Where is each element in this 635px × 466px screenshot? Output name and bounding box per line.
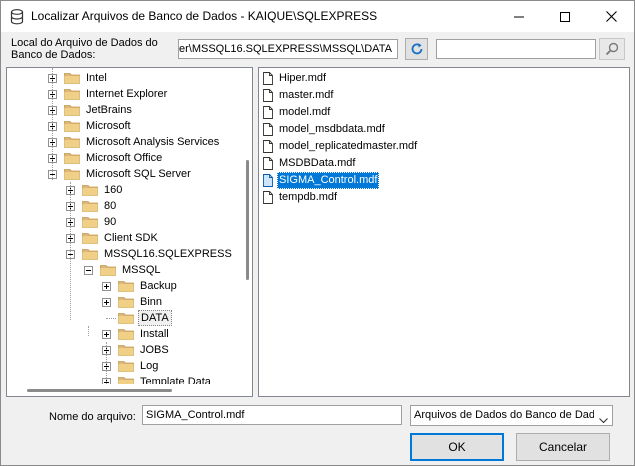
- tree-connector: [88, 326, 89, 336]
- path-label: Local do Arquivo de Dados do Banco de Da…: [11, 37, 158, 61]
- tree-item-label: Log: [140, 360, 159, 372]
- file-item-label: model.mdf: [279, 106, 331, 118]
- close-icon: [605, 11, 617, 22]
- tree-item-label: Intel: [86, 72, 107, 84]
- tree-vertical-scrollbar[interactable]: [242, 68, 252, 384]
- folder-icon: [64, 152, 80, 169]
- maximize-icon: [560, 11, 570, 22]
- folder-icon: [64, 104, 80, 121]
- window-title: Localizar Arquivos de Banco de Dados - K…: [31, 9, 378, 23]
- folder-icon: [118, 344, 134, 361]
- folder-icon: [64, 168, 80, 185]
- cancel-button[interactable]: Cancelar: [516, 433, 610, 461]
- tree-item-label: Microsoft Office: [86, 152, 163, 164]
- tree-item-label: Microsoft Analysis Services: [86, 136, 220, 148]
- path-input[interactable]: er\MSSQL16.SQLEXPRESS\MSSQL\DATA: [178, 39, 398, 59]
- chevron-down-icon: [599, 412, 608, 425]
- title-bar[interactable]: Localizar Arquivos de Banco de Dados - K…: [1, 1, 634, 32]
- tree-vertical-scroll-thumb[interactable]: [246, 160, 249, 280]
- tree-item-label: MSSQL: [122, 264, 161, 276]
- tree-item-label: Internet Explorer: [86, 88, 168, 100]
- tree-connector: [52, 68, 53, 180]
- folder-icon: [64, 72, 80, 89]
- tree-horizontal-scrollbar[interactable]: [7, 384, 242, 396]
- file-type-value: Arquivos de Dados do Banco de Dados(*.md…: [414, 409, 594, 421]
- search-icon: [605, 42, 619, 56]
- folder-icon: [118, 296, 134, 313]
- filename-label: Nome do arquivo:: [49, 411, 136, 423]
- tree-item-label: Binn: [140, 296, 163, 308]
- file-icon: [263, 191, 273, 210]
- maximize-button[interactable]: [542, 1, 588, 32]
- minimize-button[interactable]: [496, 1, 542, 32]
- folder-icon: [82, 184, 98, 201]
- tree-item-label: JOBS: [140, 344, 169, 356]
- tree-item-label: JetBrains: [86, 104, 132, 116]
- search-input[interactable]: [436, 39, 596, 59]
- tree-item-label: Client SDK: [104, 232, 158, 244]
- folder-icon: [64, 88, 80, 105]
- file-item-label: model_msdbdata.mdf: [279, 123, 385, 135]
- tree-item-label: 90: [104, 216, 117, 228]
- filename-input[interactable]: SIGMA_Control.mdf: [142, 405, 402, 425]
- file-list[interactable]: Hiper.mdf master.mdf model.mdf model_msdbda…: [258, 67, 630, 397]
- tree-item-label: Install: [140, 328, 169, 340]
- folder-icon: [82, 200, 98, 217]
- expand-icon[interactable]: [102, 282, 111, 291]
- tree-item-label: Microsoft SQL Server: [86, 168, 191, 180]
- tree-item-label: DATA: [138, 310, 172, 326]
- minimize-icon: [514, 16, 524, 17]
- folder-icon: [118, 360, 134, 377]
- close-button[interactable]: [588, 1, 634, 32]
- file-item-label: model_replicatedmaster.mdf: [279, 140, 418, 152]
- folder-icon: [118, 280, 134, 297]
- expand-icon[interactable]: [102, 298, 111, 307]
- folder-icon: [64, 136, 80, 153]
- tree-item-label: Backup: [140, 280, 177, 292]
- folder-icon: [118, 312, 134, 329]
- search-button[interactable]: [599, 38, 625, 60]
- tree-horizontal-scroll-thumb[interactable]: [27, 389, 172, 392]
- file-item-label: master.mdf: [279, 89, 334, 101]
- file-item-label: MSDBData.mdf: [279, 157, 356, 169]
- file-type-select[interactable]: Arquivos de Dados do Banco de Dados(*.md…: [410, 405, 613, 426]
- expand-icon[interactable]: [102, 330, 111, 339]
- folder-icon: [64, 120, 80, 137]
- collapse-icon[interactable]: [84, 266, 93, 275]
- folder-icon: [82, 216, 98, 233]
- folder-icon: [118, 328, 134, 345]
- folder-icon: [100, 264, 116, 281]
- file-item-label: Hiper.mdf: [279, 72, 327, 84]
- tree-item-label: Microsoft: [86, 120, 131, 132]
- ok-button[interactable]: OK: [410, 433, 504, 461]
- tree-item-label: 160: [104, 184, 123, 196]
- tree-item-label: 80: [104, 200, 117, 212]
- tree-connector: [106, 318, 116, 319]
- folder-icon: [82, 248, 98, 265]
- tree-connector: [70, 182, 71, 320]
- database-icon: [10, 9, 24, 28]
- folder-icon: [82, 232, 98, 249]
- file-item-label: tempdb.mdf: [279, 191, 338, 203]
- tree-item-label: MSSQL16.SQLEXPRESS: [104, 248, 232, 260]
- folder-tree[interactable]: Intel Internet Explorer JetBrains Microsoft…: [6, 67, 253, 397]
- file-item-label: SIGMA_Control.mdf: [277, 172, 380, 189]
- refresh-icon: [411, 43, 422, 55]
- dialog-window: Localizar Arquivos de Banco de Dados - K…: [0, 0, 635, 466]
- refresh-button[interactable]: [405, 38, 428, 60]
